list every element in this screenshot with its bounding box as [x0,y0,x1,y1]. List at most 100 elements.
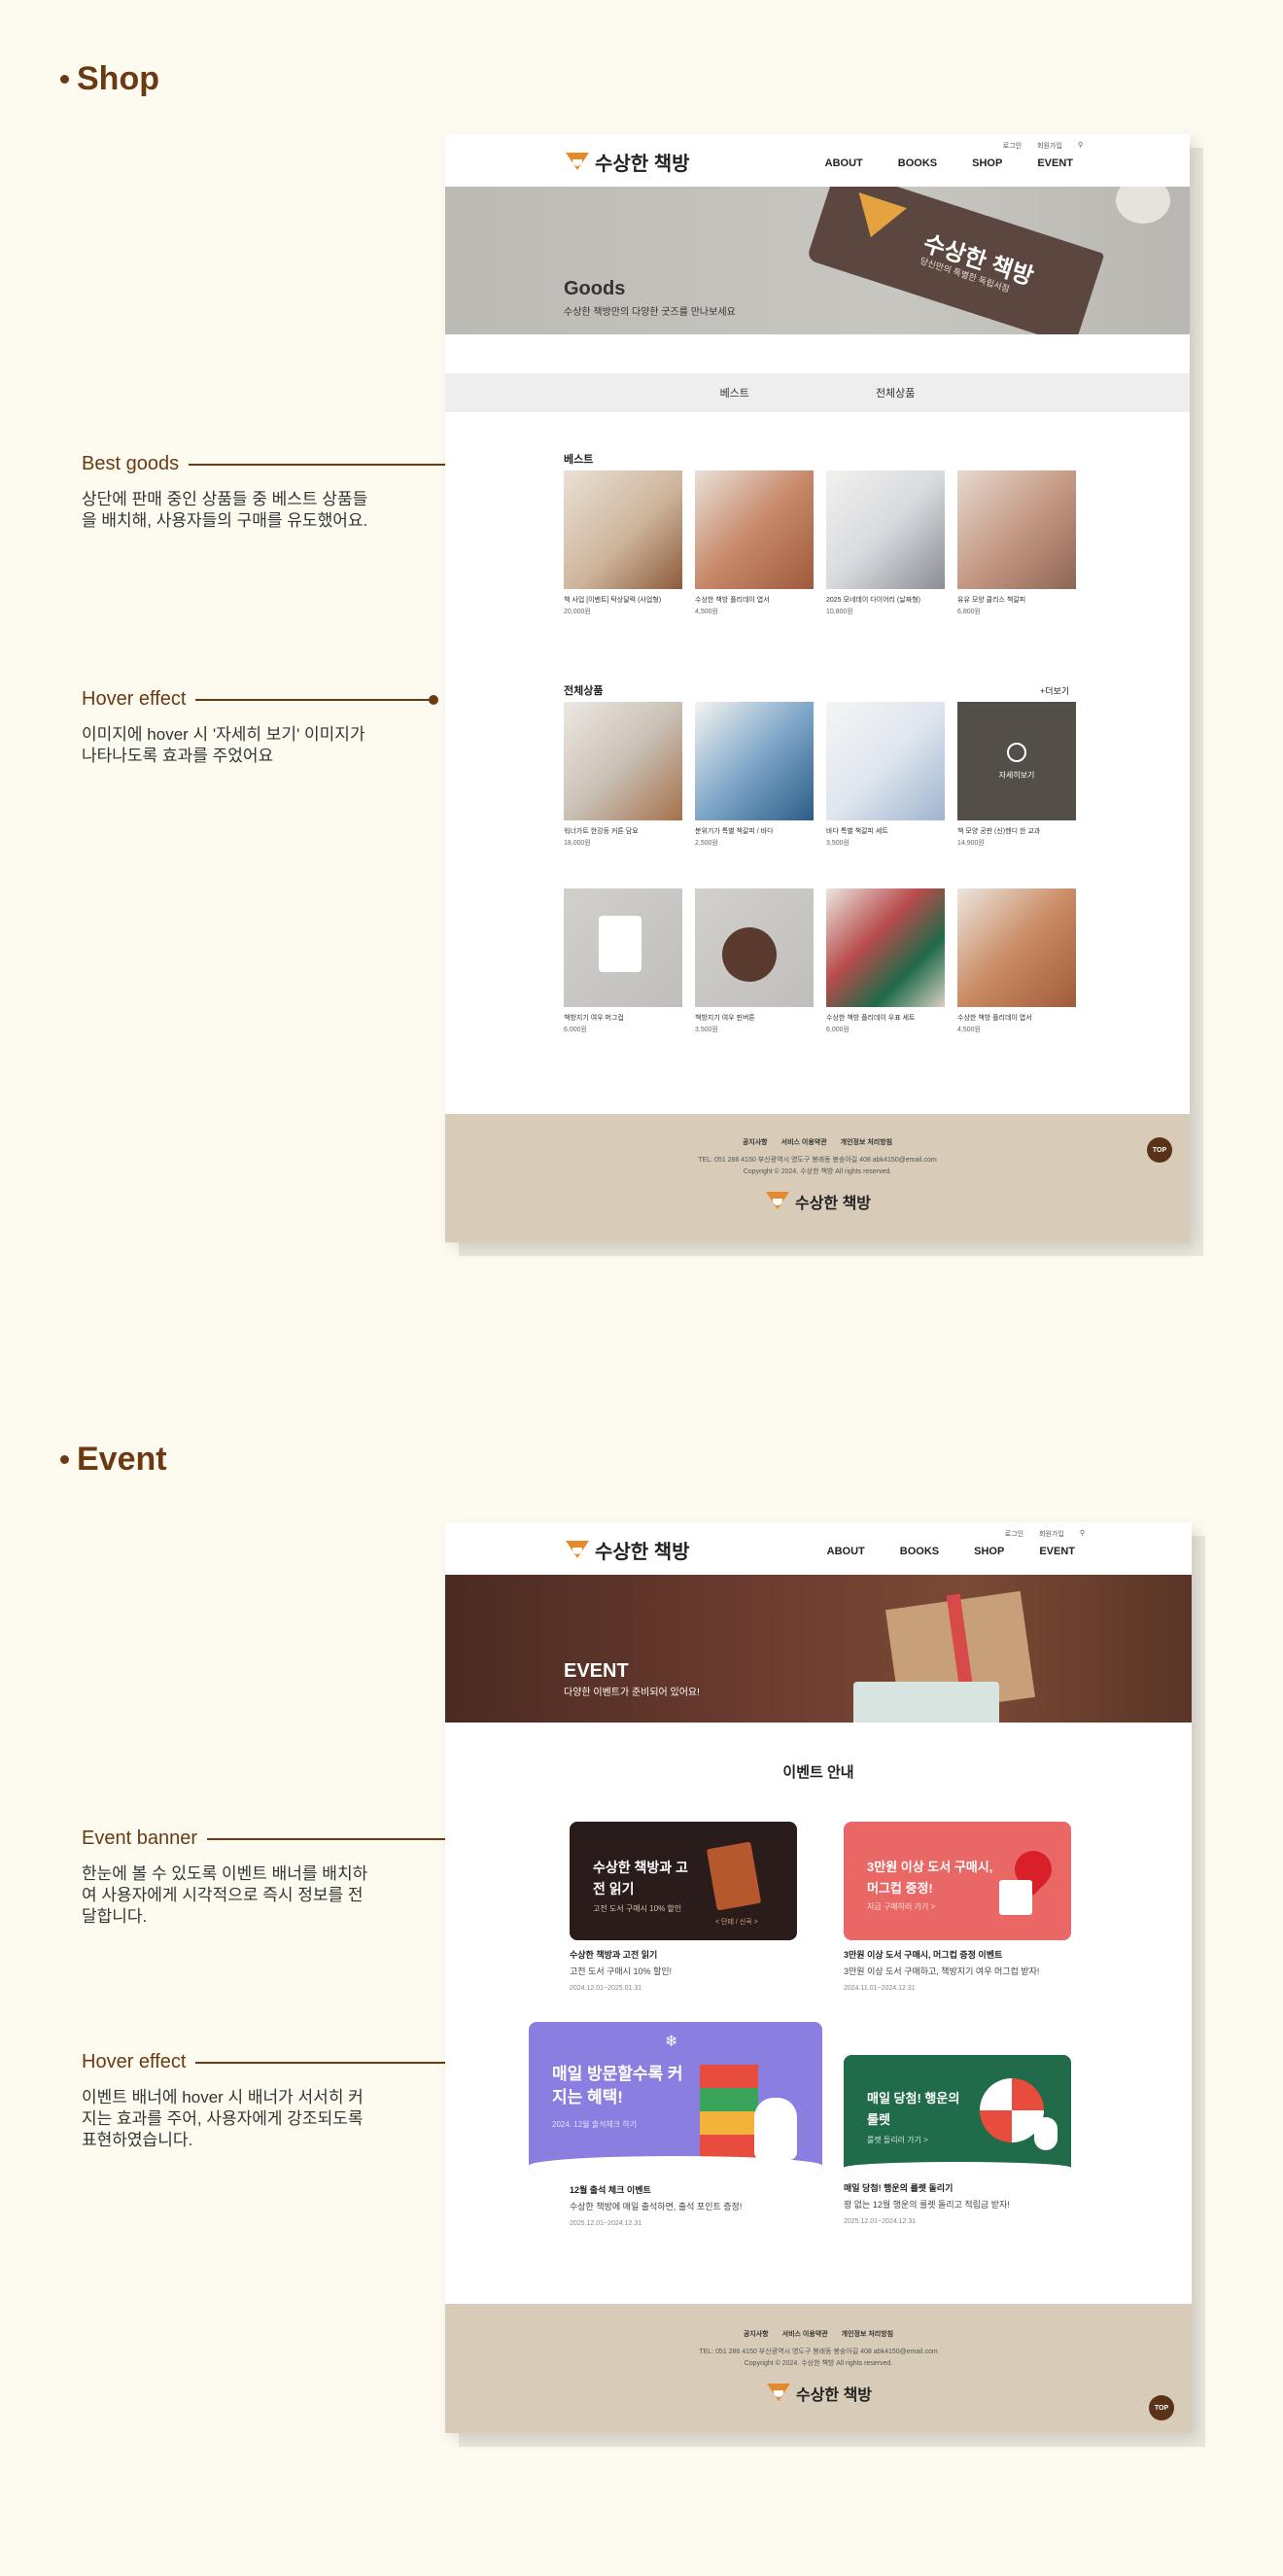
product-name: 수상한 책방 플리데이 우표 세트 [826,1015,916,1022]
product-image[interactable] [695,702,814,820]
nav-event[interactable]: EVENT [1037,157,1073,169]
footer-link-terms[interactable]: 서비스 이용약관 [782,2329,828,2339]
magnifier-icon [1007,742,1026,762]
product-price: 3,500원 [826,840,850,847]
product-image[interactable] [695,470,814,589]
product-card[interactable]: 2025 모네데이 다이어리 (날짜형) 10,800원 [826,470,945,616]
hanging-ornament [1116,187,1170,224]
polar-bear-illustration [754,2098,797,2160]
product-name: 분위기가 특별 책갈피 / 바다 [695,828,774,835]
login-link[interactable]: 로그인 [1003,141,1022,151]
gift-stack-illustration [700,2065,758,2158]
site-footer: 공지사항 서비스 이용약관 개인정보 처리방침 TEL: 051 286 415… [445,1114,1190,1242]
product-name: 책 사업 [이벤트] 탁상달력 (사업형) [564,597,662,604]
annotation-connector [206,1833,457,1844]
banner-title: 매일 방문할수록 커지는 혜택! [552,2065,683,2106]
annotation-desc: 이미지에 hover 시 '자세히 보기' 이미지가 나타나도록 효과를 주었어… [82,725,365,765]
footer-logo[interactable]: 수상한 책방 [764,1190,871,1213]
product-price: 6,800원 [957,609,981,615]
event-banner[interactable]: 3만원 이상 도서 구매시, 머그컵 증정! 지금 구매하러 가기 > [844,1822,1071,1940]
header-utils: 로그인 회원가입 ⚲ [1005,1529,1085,1539]
site-logo[interactable]: 수상한 책방 [564,1536,690,1564]
product-price: 6,000원 [826,1027,850,1033]
annotation-connector [189,459,456,470]
product-card[interactable]: 책방지기 여우 머그컵 6,000원 [564,888,682,1034]
hero-title: EVENT [564,1660,629,1682]
product-card[interactable]: 자세히보기 책 모양 공판 (신)헨디 한 교과 14,900원 [957,702,1076,848]
search-icon[interactable]: ⚲ [1078,141,1083,151]
search-icon[interactable]: ⚲ [1080,1529,1085,1539]
footer-link-terms[interactable]: 서비스 이용약관 [781,1137,827,1147]
nav-about[interactable]: ABOUT [827,1546,865,1557]
footer-logo[interactable]: 수상한 책방 [765,2382,872,2405]
product-card[interactable]: 워너가트 한강등 커튼 담요 18,000원 [564,702,682,848]
product-price: 3,500원 [695,1027,718,1033]
event-banner[interactable]: 수상한 책방과 고전 읽기 고전 도서 구매시 10% 할인 < 단테 / 신곡… [570,1822,797,1940]
annotation-label: Event banner [82,1828,197,1849]
product-card[interactable]: 책방지기 여우 핀버튼 3,500원 [695,888,814,1034]
snow-ground [529,2156,822,2176]
footer-link-privacy[interactable]: 개인정보 처리방침 [842,2329,893,2339]
event-banner[interactable]: 매일 당첨! 행운의 룰렛 룰렛 돌리러 가기 > [844,2055,1071,2174]
fox-logo-icon [765,2382,792,2405]
nav-books[interactable]: BOOKS [898,157,937,169]
hover-overlay[interactable]: 자세히보기 [957,702,1076,820]
nav-shop[interactable]: SHOP [974,1546,1004,1557]
product-card[interactable]: 책 사업 [이벤트] 탁상달력 (사업형) 20,000원 [564,470,682,616]
banner-title: 3만원 이상 도서 구매시, 머그컵 증정! [867,1860,993,1896]
top-button[interactable]: TOP [1149,2395,1174,2420]
header-utils: 로그인 회원가입 ⚲ [1003,141,1083,151]
product-image[interactable] [564,888,682,1007]
signup-link[interactable]: 회원가입 [1039,1529,1064,1539]
product-card[interactable]: 수상한 책방 플리데이 우표 세트 6,000원 [826,888,945,1034]
product-image[interactable] [695,888,814,1007]
event-desc: 꽝 없는 12월 행운의 룰렛 돌리고 적립금 받자! [844,2200,1010,2210]
site-logo[interactable]: 수상한 책방 [564,148,690,176]
product-card[interactable]: 수상한 책방 플리데이 엽서 4,500원 [957,888,1076,1034]
product-card[interactable]: 수상한 책방 플리데이 엽서 4,500원 [695,470,814,616]
product-image[interactable] [957,470,1076,589]
notebook-illustration [853,1682,999,1723]
event-date: 2025.12.01~2024.12.31 [844,2218,917,2225]
all-heading: 전체상품 [564,685,604,697]
event-card[interactable]: 매일 당첨! 행운의 룰렛 룰렛 돌리러 가기 > 매일 당첨! 행운의 룰렛 … [844,2055,1071,2225]
product-image[interactable] [564,702,682,820]
event-card-hovered[interactable]: 매일 방문할수록 커지는 혜택! 2024. 12월 출석체크 하기 ❄ 12월… [529,2022,822,2227]
product-image[interactable]: 자세히보기 [957,702,1076,820]
footer-link-notice[interactable]: 공지사항 [744,2329,769,2339]
bullet-dot [60,1455,69,1464]
nav-event[interactable]: EVENT [1039,1546,1075,1557]
event-banner[interactable]: 매일 방문할수록 커지는 혜택! 2024. 12월 출석체크 하기 ❄ [529,2022,822,2176]
event-card[interactable]: 3만원 이상 도서 구매시, 머그컵 증정! 지금 구매하러 가기 > 3만원 … [844,1822,1071,1992]
product-card[interactable]: 바다 특별 책갈피 세트 3,500원 [826,702,945,848]
top-button[interactable]: TOP [1147,1137,1172,1163]
product-name: 2025 모네데이 다이어리 (날짜형) [826,597,920,604]
annotation-hover-effect-event: Hover effect 이벤트 배너에 hover 시 배너가 서서히 커지는… [82,2051,456,2151]
product-image[interactable] [826,702,945,820]
footer-link-privacy[interactable]: 개인정보 처리방침 [841,1137,892,1147]
more-link[interactable]: +더보기 [1040,684,1069,697]
tab-all[interactable]: 전체상품 [876,385,915,400]
event-date: 2024.12.01~2025.01.31 [570,1985,642,1992]
product-name: 책 모양 공판 (신)헨디 한 교과 [957,828,1041,835]
product-image[interactable] [957,888,1076,1007]
event-section-heading: 이벤트 안내 [782,1764,854,1781]
signup-link[interactable]: 회원가입 [1037,141,1062,151]
nav-shop[interactable]: SHOP [972,157,1002,169]
product-name: 책방지기 여우 머그컵 [564,1015,624,1022]
product-name: 수상한 책방 플리데이 엽서 [695,597,770,604]
nav-books[interactable]: BOOKS [900,1546,939,1557]
nav-about[interactable]: ABOUT [825,157,863,169]
tab-best[interactable]: 베스트 [720,385,749,400]
product-price: 4,500원 [695,609,718,615]
event-card[interactable]: 수상한 책방과 고전 읽기 고전 도서 구매시 10% 할인 < 단테 / 신곡… [570,1822,797,1992]
annotation-connector [195,694,438,705]
product-image[interactable] [826,470,945,589]
product-image[interactable] [826,888,945,1007]
banner-title: 수상한 책방과 고전 읽기 [593,1860,688,1897]
product-card[interactable]: 유유 모양 클리스 책갈피 6,800원 [957,470,1076,616]
login-link[interactable]: 로그인 [1005,1529,1023,1539]
product-image[interactable] [564,470,682,589]
product-card[interactable]: 분위기가 특별 책갈피 / 바다 2,500원 [695,702,814,848]
footer-link-notice[interactable]: 공지사항 [743,1137,768,1147]
